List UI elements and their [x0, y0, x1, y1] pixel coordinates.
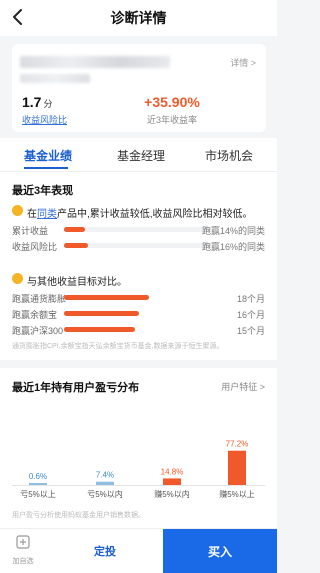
add-watchlist-button[interactable]: 加自选 [10, 535, 36, 566]
metric-bar-track [64, 311, 234, 316]
buy-label: 买入 [207, 545, 232, 559]
peer-link[interactable]: 同类 [37, 209, 57, 220]
metric-bar-fill [64, 227, 85, 232]
performance-section: 最近3年表现 在同类产品中,累计收益较低,收益风险比相对较低。 累计收益 跑赢1… [0, 172, 277, 360]
metric-bar-fill [64, 295, 149, 300]
distribution-category-label: 赚5%以上 [219, 489, 255, 499]
tab-market-opportunity[interactable]: 市场机会 [205, 147, 253, 164]
distribution-section: 最近1年持有用户盈亏分布 用户特征 > 0.6% 亏5%以上 7.4% 亏5%以内 14… [0, 368, 277, 528]
distribution-bar [29, 483, 47, 485]
nav-bar: 诊断详情 [0, 0, 277, 36]
distribution-bar [163, 478, 181, 485]
buy-button[interactable]: 买入 [163, 529, 277, 573]
fund-name-redacted [20, 56, 170, 68]
metric-bar-track [64, 327, 234, 332]
distribution-value-label: 14.8% [161, 467, 184, 476]
distribution-bar [96, 481, 114, 485]
metric-bar-track [64, 227, 214, 232]
profit-distribution-chart: 0.6% 亏5%以上 7.4% 亏5%以内 14.8% 赚5%以内 77.2% 赚5%以上 [20, 440, 255, 499]
back-arrow-icon[interactable] [8, 7, 28, 27]
auto-invest-button[interactable]: 定投 [60, 543, 150, 559]
distribution-value-label: 77.2% [226, 440, 249, 449]
page-title: 诊断详情 [110, 10, 167, 26]
metric-value: 15个月 [236, 326, 265, 336]
distribution-note: 用户盈亏分析使用蚂蚁基金用户销售数据。 [12, 512, 145, 519]
data-source-note: 通货膨胀指CPI,余额宝指天弘余额宝货币基金,数据来源于恒生聚源。 [12, 343, 224, 350]
metric-value: 18个月 [236, 294, 265, 304]
add-watchlist-label: 加自选 [12, 558, 34, 565]
score-label-link[interactable]: 收益风险比 [22, 113, 67, 126]
peer-suffix: 产品中,累计收益较低,收益风险比相对较低。 [57, 209, 253, 220]
risk-return-score: 1.7 分 [22, 94, 52, 110]
distribution-category-label: 亏5%以上 [20, 490, 56, 499]
active-tab-indicator [24, 167, 68, 169]
sad-face-icon [12, 273, 23, 284]
distribution-value-label: 7.4% [96, 471, 114, 480]
tab-bar: 基金业绩 基金经理 市场机会 [0, 138, 277, 172]
fund-summary-card[interactable]: 详情 > 1.7 分 收益风险比 +35.90% 近3年收益率 [12, 44, 266, 132]
score-unit: 分 [43, 99, 53, 109]
metric-bar-fill [64, 243, 88, 248]
tab-fund-performance[interactable]: 基金业绩 [24, 147, 72, 164]
metric-label: 跑赢通货膨胀 [12, 294, 67, 304]
metric-value: 16个月 [236, 310, 265, 320]
metric-label: 跑赢余额宝 [12, 310, 58, 320]
metric-bar-fill [64, 311, 140, 316]
fund-code-redacted [20, 74, 90, 83]
metric-value: 跑赢16%的同类 [201, 242, 265, 252]
metric-value: 跑赢14%的同类 [201, 226, 265, 236]
detail-link[interactable]: 详情 > [230, 56, 256, 69]
add-square-icon [16, 535, 30, 549]
three-year-return-label: 近3年收益率 [146, 115, 197, 125]
score-value: 1.7 [22, 94, 42, 110]
metric-label: 收益风险比 [12, 242, 58, 252]
performance-title: 最近3年表现 [12, 185, 74, 197]
metric-bar-track [64, 243, 214, 248]
three-year-return: +35.90% [144, 94, 200, 110]
tab-fund-manager[interactable]: 基金经理 [117, 147, 165, 164]
peer-summary: 在同类产品中,累计收益较低,收益风险比相对较低。 [27, 205, 253, 220]
distribution-value-label: 0.6% [29, 472, 47, 481]
distribution-category-label: 亏5%以内 [87, 489, 123, 499]
metric-bar-fill [64, 327, 135, 332]
metric-label: 跑赢沪深300 [12, 326, 64, 336]
sad-face-icon [12, 205, 23, 216]
metric-bar-track [64, 295, 234, 300]
metric-label: 累计收益 [12, 226, 49, 236]
bottom-action-bar: 加自选 定投 买入 [0, 528, 277, 573]
distribution-category-label: 赚5%以内 [154, 489, 190, 499]
target-comparison-sentence: 与其他收益目标对比。 [27, 277, 127, 288]
distribution-bar [228, 450, 246, 485]
peer-prefix: 在 [27, 209, 37, 220]
